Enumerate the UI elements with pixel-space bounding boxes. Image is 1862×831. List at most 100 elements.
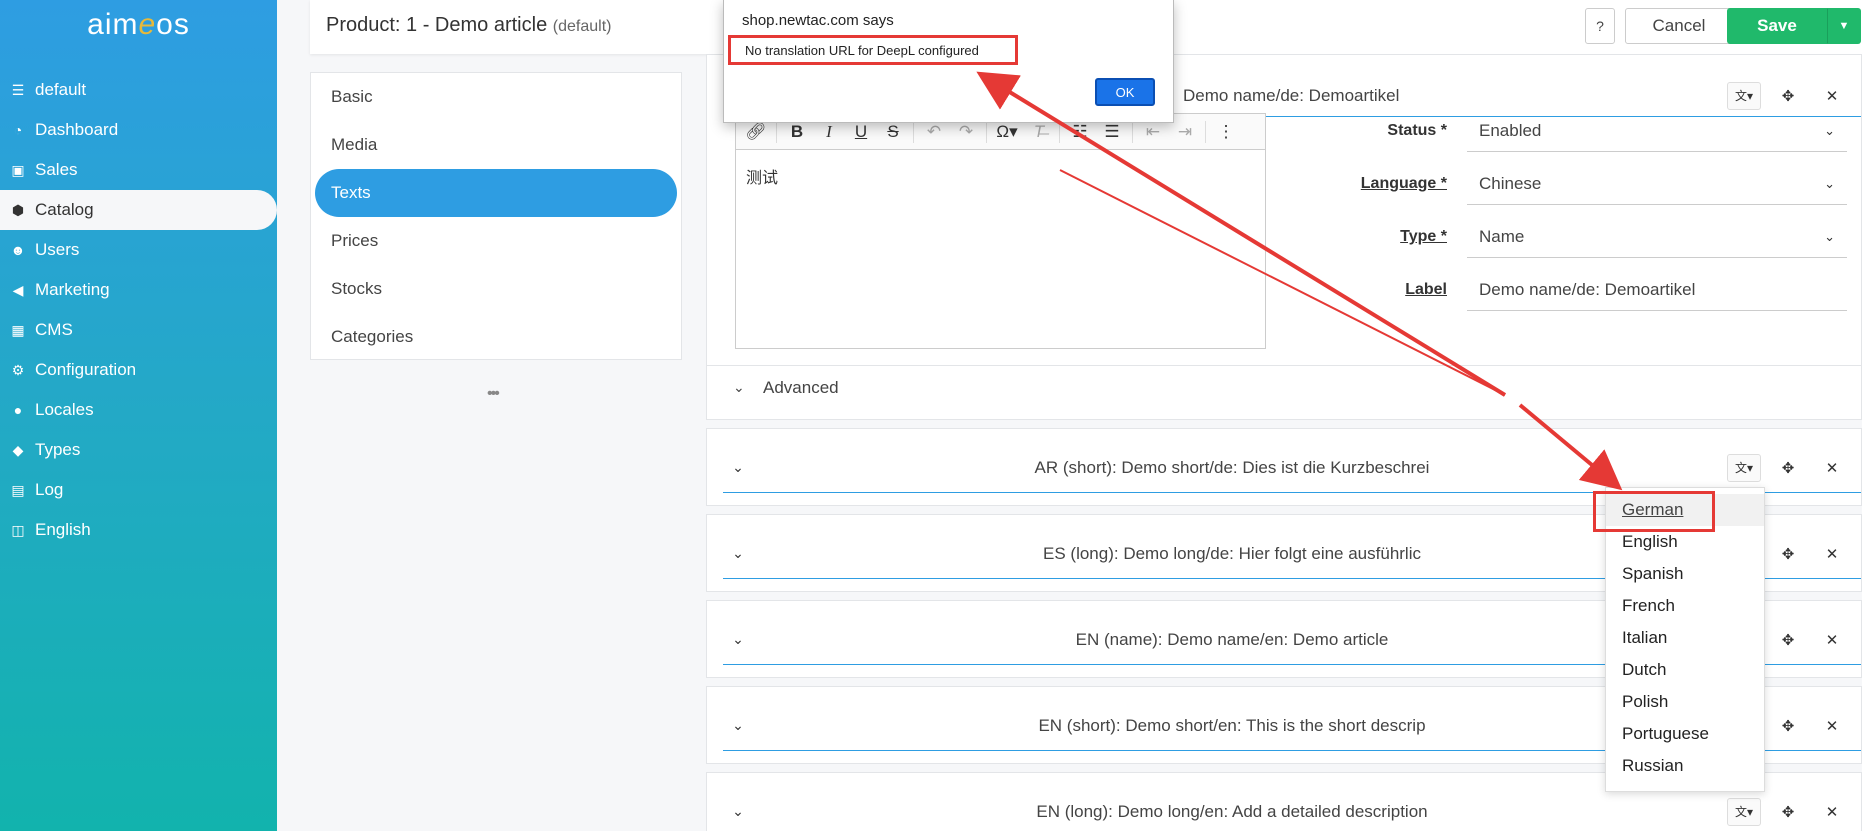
sidebar-item-label: Catalog [35, 200, 94, 219]
sidebar-item-sales[interactable]: ▣ Sales [0, 150, 277, 190]
translate-icon[interactable]: 文▾ [1727, 797, 1761, 826]
dashboard-icon: ◔ [13, 122, 23, 138]
sidebar-item-users[interactable]: ☻ Users [0, 230, 277, 270]
logo-text-a: aim [87, 8, 139, 41]
close-icon[interactable]: ✕ [1815, 798, 1849, 826]
save-dropdown-button[interactable]: ▼ [1827, 8, 1861, 44]
translate-icon[interactable]: 文▾ [1727, 453, 1761, 482]
sidebar-item-english[interactable]: ◫ English [0, 510, 277, 550]
tag-icon: ◆ [12, 441, 24, 458]
dialog-message: No translation URL for DeepL configured [728, 35, 1018, 65]
move-icon[interactable]: ✥ [1771, 712, 1805, 740]
sidebar-item-label: Log [35, 480, 64, 499]
chevron-down-icon: ⌄ [732, 631, 744, 647]
language-select[interactable]: Chinese ⌄ [1467, 163, 1847, 205]
indent-icon[interactable]: ⇥ [1171, 118, 1199, 146]
sidebar-item-label: CMS [35, 320, 73, 339]
text-card-header[interactable]: ⌄ AR (short): Demo short/de: Dies ist di… [723, 443, 1861, 493]
sidebar-item-marketing[interactable]: ◀ Marketing [0, 270, 277, 310]
chevron-down-icon: ⌄ [732, 717, 744, 733]
tab-texts[interactable]: Texts [315, 169, 677, 217]
translate-icon[interactable]: 文▾ [1727, 81, 1761, 110]
sidebar-item-dashboard[interactable]: ◔ Dashboard [0, 110, 277, 150]
sidebar-item-label: Locales [35, 400, 94, 419]
page-title: Product: 1 - Demo article (default) [326, 14, 611, 37]
advanced-toggle[interactable]: ⌄ Advanced [707, 365, 1862, 409]
move-icon[interactable]: ✥ [1771, 540, 1805, 568]
text-card-title: AR (short): Demo short/de: Dies ist die … [1034, 457, 1430, 477]
status-value: Enabled [1479, 120, 1542, 140]
close-icon[interactable]: ✕ [1815, 626, 1849, 654]
more-icon[interactable]: ••• [487, 385, 500, 403]
page-title-text: Product: 1 - Demo article [326, 14, 548, 36]
sidebar: aimeos ☰ default ◔ Dashboard ▣ Sales ⬢ Catal… [0, 0, 277, 831]
rich-text-editor[interactable]: 🔗︎ B I U S ↶ ↷ Ω▾ T̶ ☷ ☰ ⇤ ⇥ ⋮ 测试 [735, 113, 1266, 349]
language-row: Language * Chinese ⌄ [1327, 162, 1847, 206]
advanced-label: Advanced [763, 377, 839, 397]
sidebar-item-configuration[interactable]: ⚙ Configuration [0, 350, 277, 390]
editor-content[interactable]: 测试 [736, 150, 1265, 202]
list-icon: ☰ [11, 81, 25, 98]
tab-media[interactable]: Media [311, 121, 681, 169]
alert-dialog: shop.newtac.com says No translation URL … [723, 0, 1174, 123]
label-label: Label [1405, 281, 1447, 298]
type-row: Type * Name ⌄ [1327, 215, 1847, 259]
sidebar-item-label: Sales [35, 160, 78, 179]
page-title-suffix: (default) [552, 18, 612, 35]
sidebar-item-catalog[interactable]: ⬢ Catalog [0, 190, 277, 230]
close-icon[interactable]: ✕ [1815, 712, 1849, 740]
status-select[interactable]: Enabled ⌄ [1467, 110, 1847, 152]
move-icon[interactable]: ✥ [1771, 798, 1805, 826]
caret-down-icon: ▼ [1838, 20, 1850, 32]
text-card-header[interactable]: ⌄ EN (long): Demo long/en: Add a detaile… [723, 787, 1861, 831]
sidebar-item-label: Dashboard [35, 120, 119, 139]
chevron-down-icon: ⌄ [1824, 122, 1835, 138]
more-options-icon[interactable]: ⋮ [1212, 118, 1240, 146]
type-select[interactable]: Name ⌄ [1467, 216, 1847, 258]
lang-option-dutch[interactable]: Dutch [1606, 654, 1764, 686]
lang-option-french[interactable]: French [1606, 590, 1764, 622]
sidebar-item-types[interactable]: ◆ Types [0, 430, 277, 470]
close-icon[interactable]: ✕ [1815, 540, 1849, 568]
sidebar-item-label: Users [35, 240, 80, 259]
close-icon[interactable]: ✕ [1815, 454, 1849, 482]
lang-option-spanish[interactable]: Spanish [1606, 558, 1764, 590]
sidebar-item-label: English [35, 520, 91, 539]
type-value: Name [1479, 226, 1525, 246]
language-value: Chinese [1479, 173, 1542, 193]
close-icon[interactable]: ✕ [1815, 82, 1849, 110]
text-card-title: EN (name): Demo name/en: Demo article [1075, 629, 1389, 649]
move-icon[interactable]: ✥ [1771, 82, 1805, 110]
translate-language-menu: German English Spanish French Italian Du… [1605, 487, 1765, 792]
tab-stocks[interactable]: Stocks [311, 265, 681, 313]
dialog-ok-button[interactable]: OK [1095, 78, 1155, 106]
chevron-down-icon: ⌄ [732, 459, 744, 475]
chevron-down-icon: ⌄ [1824, 175, 1835, 191]
label-input[interactable]: Demo name/de: Demoartikel [1467, 269, 1847, 311]
sidebar-item-cms[interactable]: ▦ CMS [0, 310, 277, 350]
sidebar-item-locales[interactable]: ● Locales [0, 390, 277, 430]
sidebar-item-log[interactable]: ▤ Log [0, 470, 277, 510]
text-card-title: EN (short): Demo short/en: This is the s… [1038, 715, 1426, 735]
save-button[interactable]: Save [1727, 8, 1827, 44]
move-icon[interactable]: ✥ [1771, 454, 1805, 482]
label-row: Label Demo name/de: Demoartikel [1327, 268, 1847, 312]
move-icon[interactable]: ✥ [1771, 626, 1805, 654]
chevron-down-icon: ⌄ [732, 803, 744, 819]
cancel-button[interactable]: Cancel [1625, 8, 1733, 44]
tab-categories[interactable]: Categories [311, 313, 681, 361]
tab-prices[interactable]: Prices [311, 217, 681, 265]
lang-option-russian[interactable]: Russian [1606, 750, 1764, 782]
sidebar-item-label: default [35, 80, 87, 99]
text-card-title: EN (long): Demo long/en: Add a detailed … [1036, 801, 1428, 821]
users-icon: ☻ [10, 242, 26, 258]
aimeos-logo[interactable]: aimeos [0, 0, 277, 60]
dialog-origin: shop.newtac.com says [742, 12, 894, 29]
lang-option-polish[interactable]: Polish [1606, 686, 1764, 718]
lang-option-italian[interactable]: Italian [1606, 622, 1764, 654]
tab-basic[interactable]: Basic [311, 73, 681, 121]
lang-option-portuguese[interactable]: Portuguese [1606, 718, 1764, 750]
sidebar-item-default[interactable]: ☰ default [0, 70, 277, 110]
sidebar-item-label: Types [35, 440, 81, 459]
help-button[interactable]: ? [1585, 8, 1615, 44]
